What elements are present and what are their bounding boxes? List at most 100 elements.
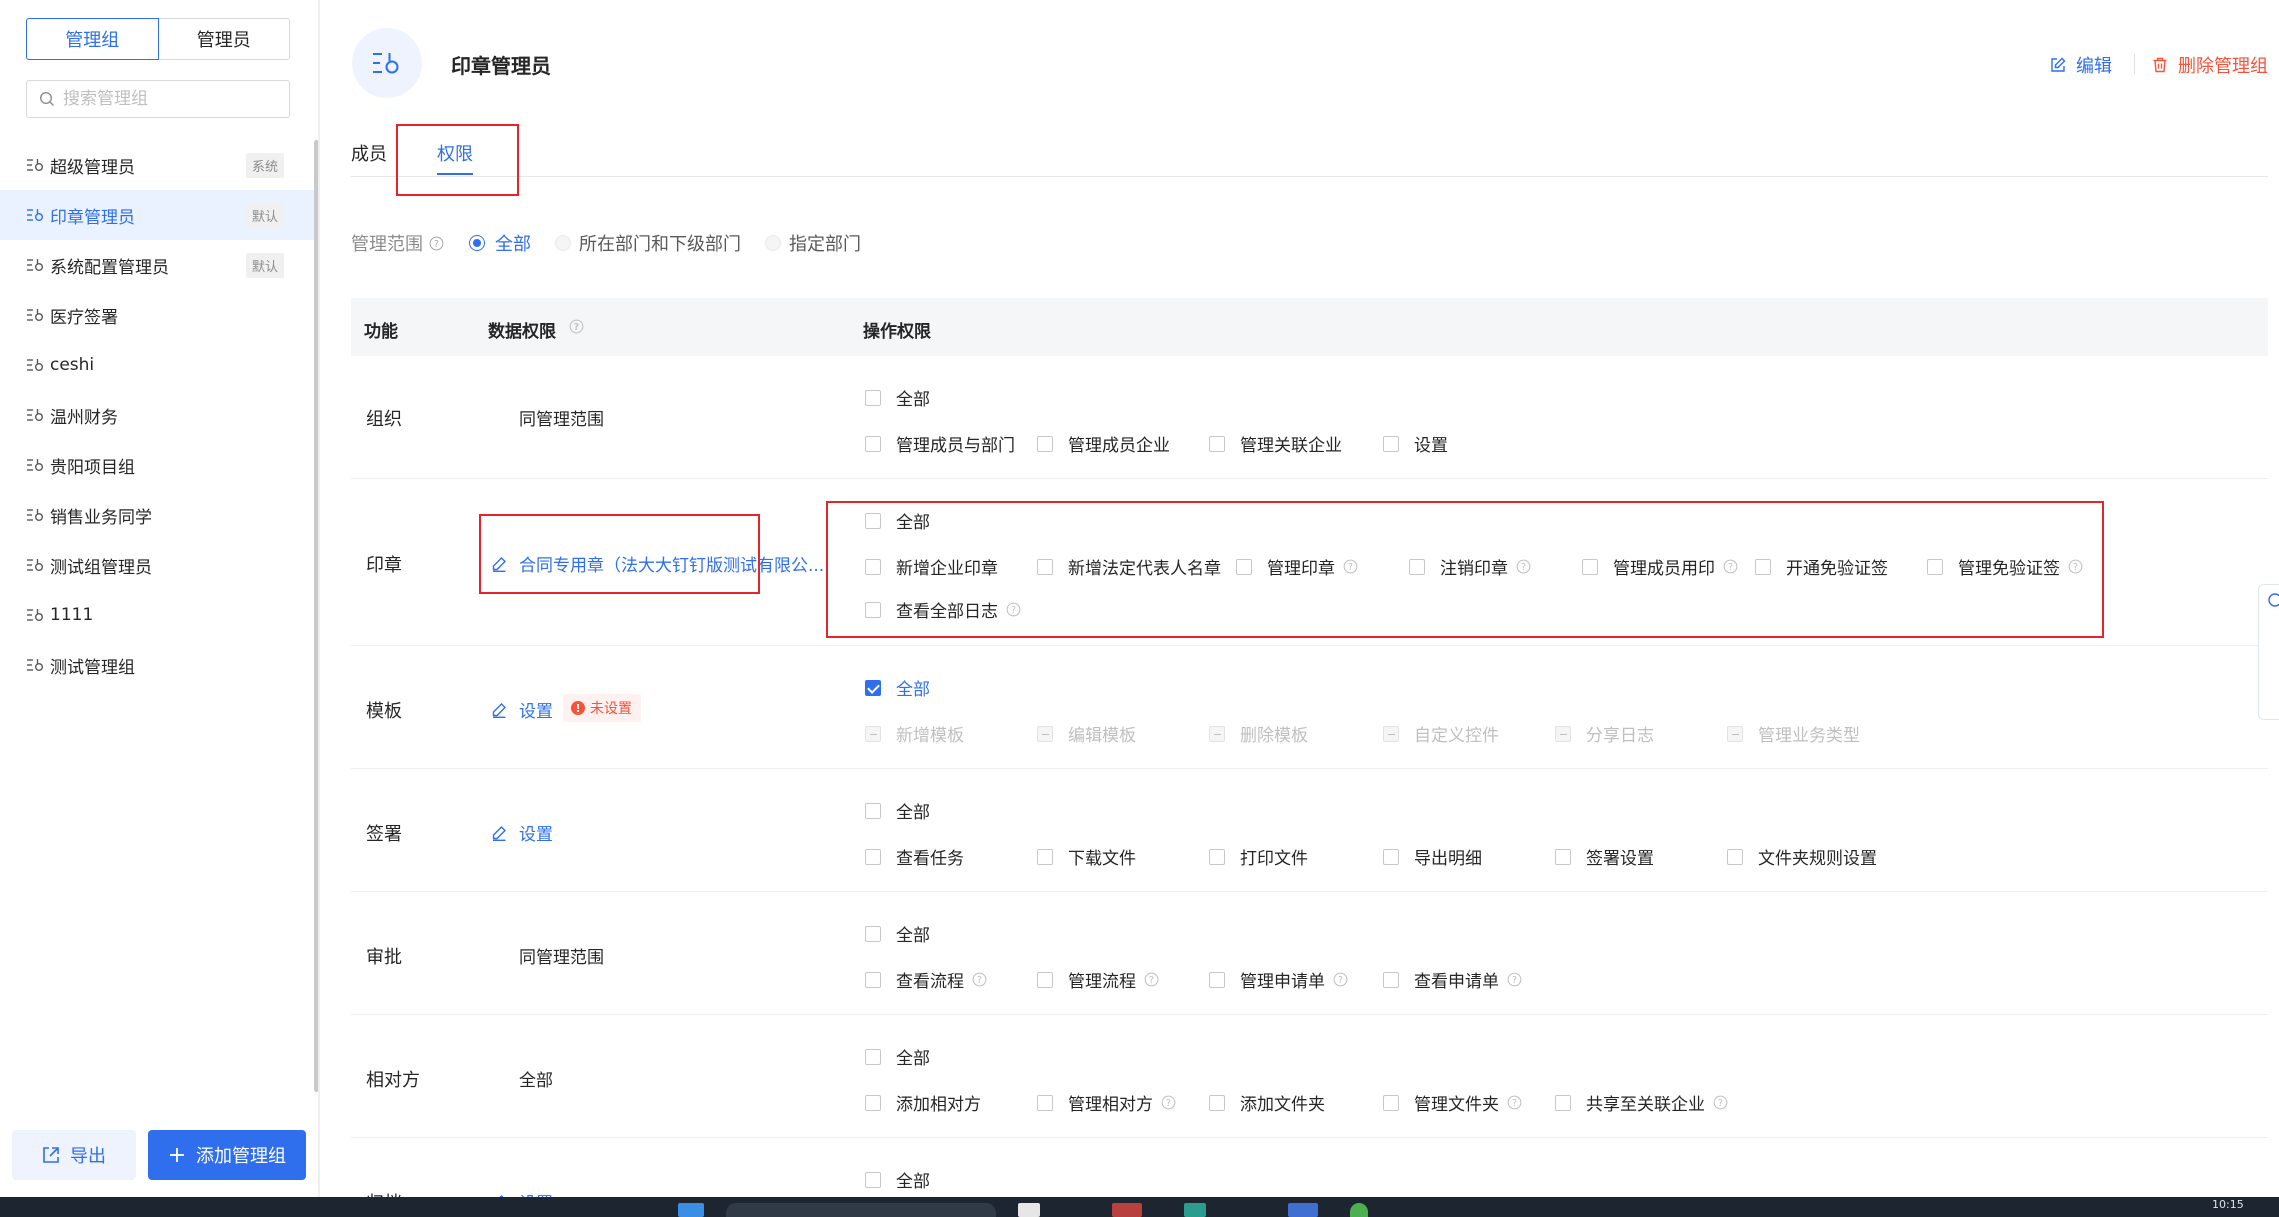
help-icon[interactable]: ?: [2068, 559, 2083, 574]
checkbox-op[interactable]: 签署设置: [1555, 844, 1654, 869]
help-icon[interactable]: ?: [972, 972, 987, 987]
checkbox-box[interactable]: [1209, 1094, 1225, 1111]
group-item[interactable]: 测试管理组: [0, 640, 318, 690]
checkbox-op[interactable]: 共享至关联企业?: [1555, 1090, 1728, 1115]
checkbox-all[interactable]: 全部: [865, 1044, 930, 1069]
scope-radio-all[interactable]: [469, 235, 485, 251]
checkbox-box[interactable]: [865, 601, 881, 618]
checkbox-box[interactable]: [1555, 1094, 1571, 1111]
checkbox-all[interactable]: 全部: [865, 921, 930, 946]
checkbox-op[interactable]: 管理关联企业: [1209, 431, 1342, 456]
checkbox-box[interactable]: [865, 1171, 881, 1188]
checkbox-box[interactable]: [1383, 1094, 1399, 1111]
group-item[interactable]: 测试组管理员: [0, 540, 318, 590]
checkbox-op[interactable]: 查看流程?: [865, 967, 987, 992]
checkbox-op[interactable]: 新增企业印章: [865, 554, 998, 579]
checkbox-box[interactable]: [865, 435, 881, 452]
checkbox-op[interactable]: 查看申请单?: [1383, 967, 1522, 992]
taskbar-search[interactable]: [726, 1203, 996, 1217]
checkbox-box[interactable]: [1209, 848, 1225, 865]
template-data-settings-link[interactable]: 设置: [491, 697, 553, 722]
checkbox-op[interactable]: 管理相对方?: [1037, 1090, 1176, 1115]
help-icon[interactable]: ?: [1713, 1095, 1728, 1110]
tab-admin-groups[interactable]: 管理组: [26, 18, 159, 60]
checkbox-box[interactable]: [1037, 971, 1053, 988]
checkbox-op[interactable]: 管理文件夹?: [1383, 1090, 1522, 1115]
group-search-input[interactable]: [63, 89, 283, 109]
checkbox-op[interactable]: 添加文件夹: [1209, 1090, 1325, 1115]
help-icon[interactable]: ?: [429, 236, 444, 251]
checkbox-op[interactable]: 文件夹规则设置: [1727, 844, 1877, 869]
checkbox-op[interactable]: 管理流程?: [1037, 967, 1159, 992]
checkbox-all[interactable]: 全部: [865, 798, 930, 823]
checkbox-all[interactable]: 全部: [865, 675, 930, 700]
taskbar-app-icon[interactable]: [1018, 1203, 1040, 1217]
group-item[interactable]: 销售业务同学: [0, 490, 318, 540]
add-group-button[interactable]: 添加管理组: [148, 1130, 306, 1180]
checkbox-box[interactable]: [865, 848, 881, 865]
checkbox-op[interactable]: 管理成员用印?: [1582, 554, 1738, 579]
help-icon[interactable]: ?: [1507, 972, 1522, 987]
checkbox-op[interactable]: 管理免验证签?: [1927, 554, 2083, 579]
checkbox-box[interactable]: [1037, 435, 1053, 452]
scope-radio-specific[interactable]: [765, 235, 781, 251]
checkbox-box[interactable]: [1037, 1094, 1053, 1111]
checkbox-box[interactable]: [1383, 435, 1399, 452]
group-search-box[interactable]: [26, 80, 290, 118]
checkbox-box[interactable]: [1409, 558, 1425, 575]
checkbox-box[interactable]: [1727, 848, 1743, 865]
taskbar-app-icon[interactable]: [1184, 1203, 1206, 1217]
signing-data-settings-link[interactable]: 设置: [491, 820, 553, 845]
group-item[interactable]: 超级管理员 系统: [0, 140, 318, 190]
checkbox-box[interactable]: [1209, 971, 1225, 988]
help-icon[interactable]: ?: [1516, 559, 1531, 574]
checkbox-op[interactable]: 注销印章?: [1409, 554, 1531, 579]
checkbox-box[interactable]: [865, 1048, 881, 1065]
export-button[interactable]: 导出: [12, 1130, 136, 1180]
checkbox-op[interactable]: 导出明细: [1383, 844, 1482, 869]
help-icon[interactable]: ?: [1006, 602, 1021, 617]
checkbox-box[interactable]: [865, 925, 881, 942]
taskbar-app-icon[interactable]: [1350, 1203, 1368, 1217]
help-icon[interactable]: ?: [569, 319, 584, 334]
help-icon[interactable]: ?: [1161, 1095, 1176, 1110]
tab-members[interactable]: 成员: [351, 140, 387, 166]
help-icon[interactable]: ?: [1507, 1095, 1522, 1110]
seal-data-permission-link[interactable]: 合同专用章（法大大钉钉版测试有限公...: [491, 551, 824, 576]
checkbox-op[interactable]: 管理印章?: [1236, 554, 1358, 579]
checkbox-box[interactable]: [1383, 971, 1399, 988]
checkbox-op[interactable]: 打印文件: [1209, 844, 1308, 869]
help-icon[interactable]: ?: [1333, 972, 1348, 987]
delete-group-button[interactable]: 删除管理组: [2152, 52, 2268, 78]
taskbar-app-icon[interactable]: [1112, 1203, 1142, 1217]
checkbox-box[interactable]: [865, 802, 881, 819]
edit-button[interactable]: 编辑: [2050, 52, 2112, 78]
checkbox-all[interactable]: 全部: [865, 1167, 930, 1192]
checkbox-box[interactable]: [1555, 848, 1571, 865]
checkbox-box[interactable]: [1755, 558, 1771, 575]
checkbox-box[interactable]: [865, 389, 881, 406]
floating-help-widget[interactable]: [2258, 584, 2279, 720]
checkbox-op[interactable]: 查看全部日志?: [865, 597, 1021, 622]
group-item[interactable]: 贵阳项目组: [0, 440, 318, 490]
group-item[interactable]: 系统配置管理员 默认: [0, 240, 318, 290]
tab-admins[interactable]: 管理员: [159, 19, 290, 59]
checkbox-box[interactable]: [1927, 558, 1943, 575]
checkbox-all[interactable]: 全部: [865, 385, 930, 410]
help-icon[interactable]: ?: [1144, 972, 1159, 987]
checkbox-box-checked[interactable]: [865, 679, 881, 696]
checkbox-box[interactable]: [1037, 558, 1053, 575]
checkbox-box[interactable]: [1582, 558, 1598, 575]
group-item-selected[interactable]: 印章管理员 默认: [0, 190, 318, 240]
checkbox-op[interactable]: 查看任务: [865, 844, 964, 869]
checkbox-op[interactable]: 开通免验证签: [1755, 554, 1888, 579]
checkbox-box[interactable]: [1209, 435, 1225, 452]
help-icon[interactable]: ?: [1343, 559, 1358, 574]
checkbox-op[interactable]: 设置: [1383, 431, 1448, 456]
checkbox-op[interactable]: 管理成员企业: [1037, 431, 1170, 456]
taskbar-app-icon[interactable]: [1288, 1203, 1318, 1217]
archive-data-settings-link[interactable]: 设置: [491, 1189, 553, 1197]
tab-permissions[interactable]: 权限: [437, 140, 473, 166]
checkbox-op[interactable]: 管理申请单?: [1209, 967, 1348, 992]
checkbox-box[interactable]: [865, 512, 881, 529]
